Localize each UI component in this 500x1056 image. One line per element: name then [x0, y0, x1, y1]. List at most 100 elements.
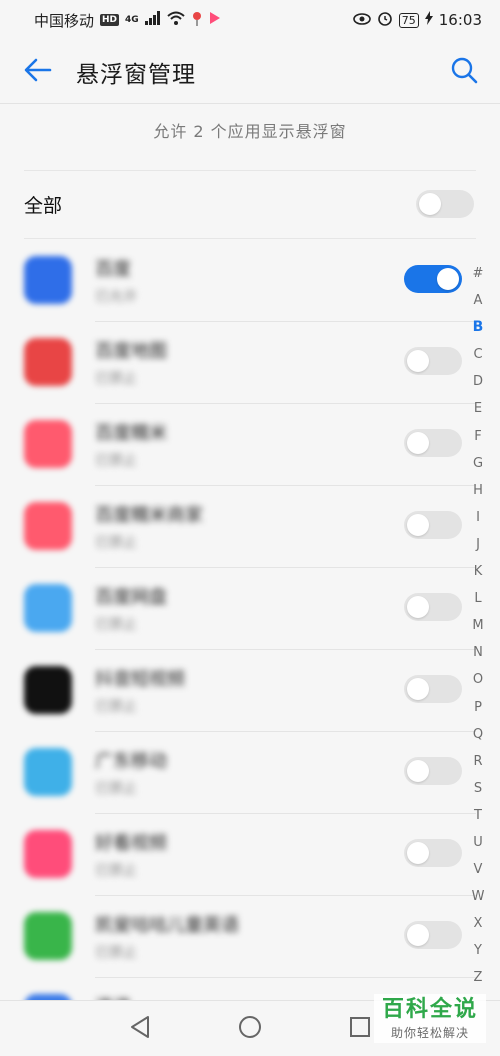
app-name: 百度 [95, 259, 131, 280]
toggle-knob [407, 842, 429, 864]
index-letter[interactable]: F [466, 423, 490, 450]
back-button[interactable] [0, 40, 76, 104]
app-permission-toggle[interactable] [404, 347, 462, 375]
nav-back-button[interactable] [120, 1009, 160, 1049]
search-button[interactable] [444, 52, 484, 92]
toggle-knob [437, 268, 459, 290]
app-name: 百度网盘 [95, 587, 167, 608]
index-letter[interactable]: M [466, 612, 490, 639]
app-permission-toggle[interactable] [404, 511, 462, 539]
app-status: 已禁止 [95, 945, 137, 961]
index-letter[interactable]: A [466, 287, 490, 314]
toggle-knob [407, 350, 429, 372]
carrier-label: 中国移动 [34, 11, 95, 30]
index-letter[interactable]: K [466, 558, 490, 585]
index-letter[interactable]: V [466, 856, 490, 883]
app-permission-toggle[interactable] [404, 593, 462, 621]
search-icon [450, 56, 478, 88]
index-letter[interactable]: Q [466, 721, 490, 748]
app-icon [24, 420, 72, 468]
battery-indicator: 75 [398, 12, 419, 28]
index-letter[interactable]: R [466, 748, 490, 775]
wifi-icon [167, 11, 185, 29]
toggle-knob [407, 432, 429, 454]
app-permission-toggle[interactable] [404, 757, 462, 785]
toggle-knob [407, 924, 429, 946]
index-letter[interactable]: Y [466, 937, 490, 964]
app-row[interactable]: 广东移动 已禁止 [0, 732, 500, 814]
app-status: 已禁止 [95, 371, 137, 387]
index-letter[interactable]: E [466, 395, 490, 422]
app-icon [24, 338, 72, 386]
index-letter[interactable]: H [466, 477, 490, 504]
app-row[interactable]: 百度地图 已禁止 [0, 322, 500, 404]
app-permission-toggle[interactable] [404, 839, 462, 867]
app-icon [24, 502, 72, 550]
app-permission-toggle[interactable] [404, 921, 462, 949]
status-left: 中国移动 HD 4G [34, 10, 221, 31]
app-name: 好看视频 [95, 833, 167, 854]
top-app-bar: 悬浮窗管理 [0, 40, 500, 104]
nav-home-button[interactable] [230, 1009, 270, 1049]
index-letter[interactable]: Z [466, 964, 490, 991]
index-letter[interactable]: U [466, 829, 490, 856]
app-row[interactable]: 百度糯米 已禁止 [0, 404, 500, 486]
status-right: 75 16:03 [352, 10, 482, 30]
index-letter[interactable]: D [466, 368, 490, 395]
app-permission-toggle[interactable] [404, 675, 462, 703]
app-icon [24, 912, 72, 960]
app-row[interactable]: 百度糯米商家 已禁止 [0, 486, 500, 568]
eye-comfort-icon [352, 11, 371, 29]
app-permission-toggle[interactable] [404, 429, 462, 457]
alphabet-index-bar[interactable]: # A B C D E F G H I J K L M N O P Q R S T U V W X Y Z [466, 260, 490, 992]
nav-recent-icon [349, 1016, 371, 1042]
index-letter[interactable]: S [466, 775, 490, 802]
index-letter[interactable]: # [466, 260, 490, 287]
app-icon [24, 256, 72, 304]
toggle-knob [407, 760, 429, 782]
app-status: 已允许 [95, 289, 137, 305]
location-notify-icon [191, 10, 203, 30]
app-status: 已禁止 [95, 863, 137, 879]
signal-icon [144, 11, 161, 29]
index-letter[interactable]: G [466, 450, 490, 477]
app-name: 广东移动 [95, 751, 167, 772]
index-letter[interactable]: P [466, 694, 490, 721]
app-status: 已禁止 [95, 453, 137, 469]
watermark-logo: 百科全说 助你轻松解决 [374, 994, 486, 1043]
index-letter[interactable]: N [466, 639, 490, 666]
app-status: 已禁止 [95, 535, 137, 551]
app-row[interactable]: 凯叟咕咕儿童英语 已禁止 [0, 896, 500, 978]
app-name: 抖音短视频 [95, 669, 185, 690]
all-apps-toggle[interactable] [416, 190, 474, 218]
index-letter[interactable]: W [466, 883, 490, 910]
divider [24, 238, 476, 239]
status-bar: 中国移动 HD 4G 75 16:03 [0, 0, 500, 40]
app-row[interactable]: 抖音短视频 已禁止 [0, 650, 500, 732]
page-title: 悬浮窗管理 [76, 61, 196, 88]
app-icon [24, 830, 72, 878]
app-icon [24, 748, 72, 796]
watermark-subtitle: 助你轻松解决 [390, 1026, 469, 1040]
index-letter[interactable]: C [466, 341, 490, 368]
app-name: 百度地图 [95, 341, 167, 362]
index-letter[interactable]: O [466, 666, 490, 693]
app-row[interactable]: 好看视频 已禁止 [0, 814, 500, 896]
index-letter[interactable]: T [466, 802, 490, 829]
index-letter[interactable]: X [466, 910, 490, 937]
all-apps-row[interactable]: 全部 [0, 172, 500, 236]
app-permission-toggle[interactable] [404, 265, 462, 293]
app-row[interactable]: 百度 已允许 [0, 240, 500, 322]
toggle-knob [407, 596, 429, 618]
network-type: 4G [125, 15, 139, 25]
toggle-knob [419, 193, 441, 215]
app-row[interactable]: 百度网盘 已禁止 [0, 568, 500, 650]
index-letter[interactable]: L [466, 585, 490, 612]
allowed-summary: 允许 2 个应用显示悬浮窗 [153, 122, 347, 141]
app-name: 百度糯米 [95, 423, 167, 444]
index-letter[interactable]: I [466, 504, 490, 531]
toggle-knob [407, 514, 429, 536]
app-icon [24, 666, 72, 714]
index-letter[interactable]: J [466, 531, 490, 558]
index-letter[interactable]: B [466, 314, 490, 341]
